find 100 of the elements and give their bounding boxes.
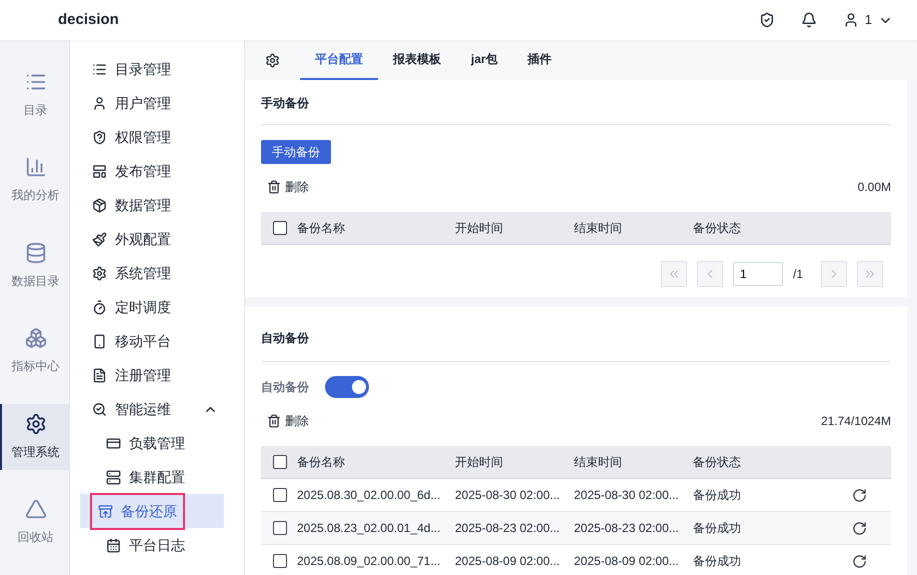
- shield-icon[interactable]: [758, 12, 775, 28]
- restore-icon[interactable]: [852, 488, 867, 502]
- phone-icon: [92, 334, 107, 348]
- user-icon: [842, 12, 859, 28]
- nav-item[interactable]: 定时调度: [70, 290, 244, 324]
- nav-item[interactable]: 注册管理: [70, 358, 244, 392]
- column-header: 备份名称: [297, 454, 346, 471]
- page-input[interactable]: 1: [732, 262, 783, 286]
- rail-item[interactable]: 目录: [0, 62, 69, 128]
- column-header: 开始时间: [455, 220, 504, 237]
- triangle-icon: [24, 498, 46, 520]
- server-icon: [106, 470, 121, 484]
- delete-button[interactable]: 删除: [261, 178, 309, 196]
- table-cell-text: 2025-08-09 02:00...: [574, 553, 680, 570]
- rail-label: 数据目录: [12, 272, 60, 290]
- app-title: decision: [58, 10, 119, 30]
- rail-label: 回收站: [18, 529, 54, 546]
- database-icon: [24, 242, 46, 264]
- restore-icon[interactable]: [852, 554, 867, 568]
- table-cell-text: 2025.08.23_02.00.01_4d...: [297, 520, 442, 537]
- column-header: 结束时间: [574, 220, 623, 237]
- column-header: 备份状态: [693, 220, 742, 237]
- column-header: 备份名称: [297, 220, 346, 237]
- nav-item[interactable]: 用户管理: [70, 86, 244, 120]
- nav-item[interactable]: 权限管理: [70, 120, 244, 154]
- toggle-switch[interactable]: [325, 376, 369, 398]
- nav-label: 注册管理: [115, 366, 171, 384]
- nav-item[interactable]: 发布管理: [70, 154, 244, 188]
- rail-label: 目录: [24, 102, 48, 119]
- nav-label: 权限管理: [115, 128, 171, 146]
- nav-item[interactable]: 目录管理: [70, 52, 244, 86]
- table-cell-text: 2025.08.30_02.00.00_6d...: [297, 487, 442, 504]
- table-cell-text: 备份成功: [693, 553, 742, 570]
- trash-icon: [267, 414, 281, 428]
- settings-icon: [24, 412, 46, 435]
- delete-button[interactable]: 删除: [261, 412, 309, 430]
- card-icon: [106, 436, 121, 450]
- nav-item[interactable]: 平台日志: [80, 528, 224, 562]
- checkbox[interactable]: [273, 554, 287, 568]
- table-cell-text: 2025-08-09 02:00...: [455, 553, 561, 570]
- nav-item[interactable]: 负载管理: [80, 426, 224, 460]
- section-title: 自动备份: [261, 329, 891, 362]
- user-icon: [92, 96, 107, 110]
- storage-usage: 21.74/1024M: [820, 413, 891, 430]
- manual-backup-button[interactable]: 手动备份: [261, 140, 331, 164]
- storage-usage: 0.00M: [858, 179, 891, 196]
- paintbrush-icon: [92, 232, 107, 246]
- box-icon: [92, 198, 107, 212]
- section-title: 手动备份: [261, 94, 891, 125]
- nav-label: 目录管理: [115, 60, 171, 78]
- rail-item[interactable]: 指标中心: [0, 318, 69, 384]
- table-cell-text: 2025.08.09_02.00.00_71...: [297, 553, 442, 570]
- user-menu[interactable]: 1: [842, 10, 893, 30]
- checkbox[interactable]: [273, 521, 287, 535]
- nav-label: 移动平台: [115, 332, 171, 350]
- trash-icon: [267, 180, 281, 194]
- column-header: 备份状态: [693, 454, 742, 471]
- rail-label: 我的分析: [12, 187, 60, 204]
- table-cell-text: 2025-08-30 02:00...: [574, 487, 680, 504]
- checkbox[interactable]: [273, 221, 287, 235]
- column-header: 结束时间: [574, 454, 623, 471]
- checkbox[interactable]: [273, 488, 287, 502]
- nav-item[interactable]: 集群配置: [80, 460, 224, 494]
- rail-item[interactable]: 回收站: [0, 490, 69, 555]
- list-icon: [92, 62, 107, 76]
- tab[interactable]: 报表模板: [378, 40, 456, 80]
- rail-item[interactable]: 数据目录: [0, 233, 69, 298]
- nav-label: 集群配置: [129, 468, 185, 486]
- checkbox[interactable]: [273, 455, 287, 469]
- restore-icon: [98, 504, 113, 518]
- table-cell-text: 2025-08-30 02:00...: [455, 487, 561, 504]
- nav-label: 发布管理: [115, 162, 171, 180]
- document-icon: [92, 368, 107, 382]
- nav-item[interactable]: 数据管理: [70, 188, 244, 222]
- nav-label: 智能运维: [115, 400, 171, 418]
- notification-icon[interactable]: [800, 12, 817, 28]
- rail-label: 管理系统: [12, 444, 60, 461]
- nav-label: 外观配置: [115, 230, 171, 248]
- nav-label: 备份还原: [121, 502, 177, 520]
- nav-item[interactable]: 系统管理: [70, 256, 244, 290]
- tab[interactable]: 插件: [512, 40, 567, 80]
- table-cell-text: 2025-08-23 02:00...: [455, 520, 561, 537]
- toggle-label: 自动备份: [261, 379, 309, 396]
- rail-item[interactable]: 我的分析: [0, 148, 69, 213]
- restore-icon[interactable]: [852, 520, 867, 536]
- nav-item[interactable]: 备份还原: [80, 494, 224, 528]
- nav-label: 平台日志: [129, 536, 185, 554]
- rail-item[interactable]: 管理系统: [0, 404, 69, 470]
- settings-icon[interactable]: [265, 52, 280, 68]
- rail-label: 指标中心: [12, 358, 60, 376]
- page-total: /1: [792, 266, 803, 283]
- table-cell-text: 2025-08-23 02:00...: [574, 520, 680, 537]
- nav-item[interactable]: 移动平台: [70, 324, 244, 358]
- nav-label: 定时调度: [115, 298, 171, 316]
- timer-icon: [92, 300, 107, 314]
- bar-chart-icon: [24, 156, 46, 178]
- tab[interactable]: jar包: [456, 40, 513, 80]
- cubes-icon: [24, 327, 46, 350]
- nav-item[interactable]: 智能运维: [70, 392, 244, 426]
- nav-item[interactable]: 外观配置: [70, 222, 244, 256]
